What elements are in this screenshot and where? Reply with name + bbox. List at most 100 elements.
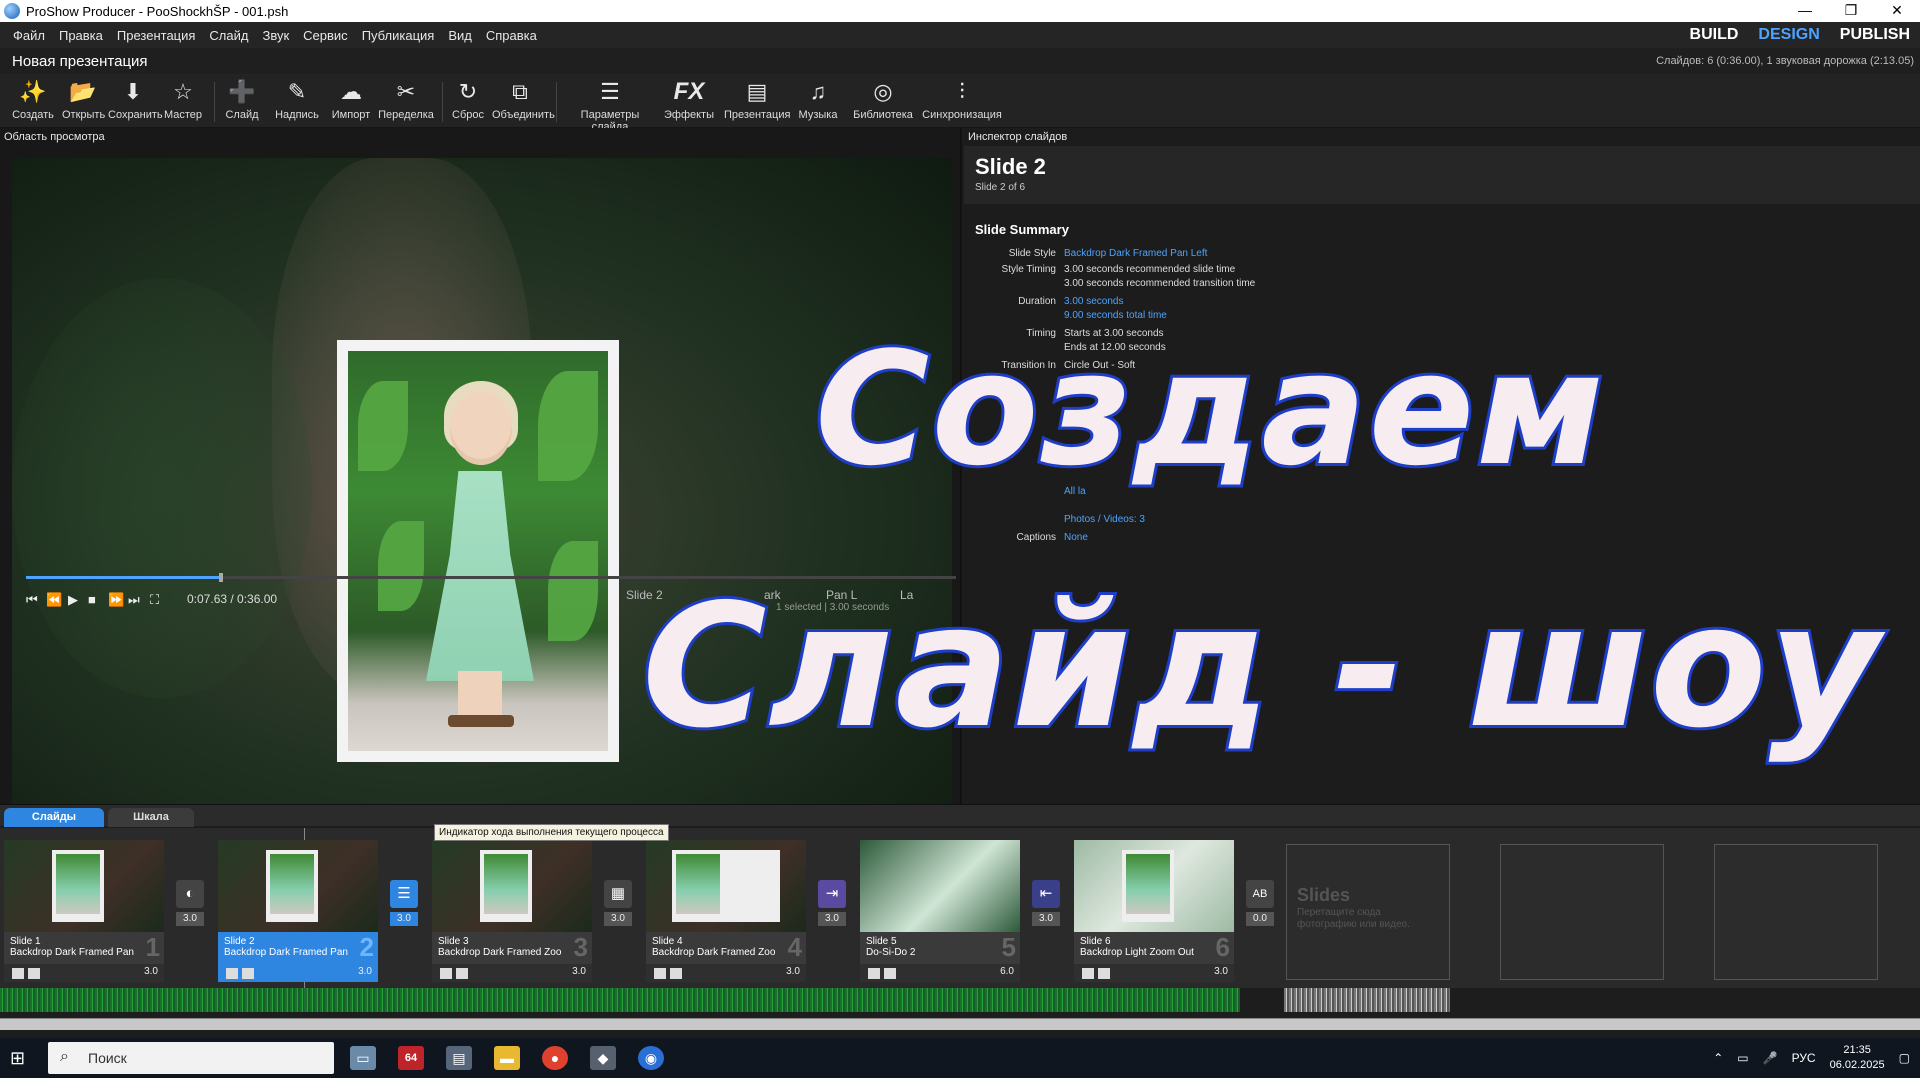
tab-slides[interactable]: Слайды bbox=[4, 808, 104, 827]
merge-button[interactable]: ⧉ Объединить bbox=[492, 78, 555, 121]
slide-item-6[interactable]: Slide 6 Backdrop Light Zoom Out 6 3.0 bbox=[1074, 840, 1234, 982]
mode-design[interactable]: DESIGN bbox=[1758, 26, 1819, 44]
seek-handle[interactable] bbox=[219, 573, 224, 582]
stop-icon[interactable]: ■ bbox=[88, 592, 96, 607]
slide-item-1[interactable]: Slide 1 Backdrop Dark Framed Pan... 1 3.… bbox=[4, 840, 164, 982]
audio-waveform[interactable] bbox=[0, 988, 1240, 1012]
tray-chevron-icon[interactable]: ⌃ bbox=[1713, 1051, 1723, 1065]
slide-item-3[interactable]: Slide 3 Backdrop Dark Framed Zoo... 3 3.… bbox=[432, 840, 592, 982]
transition-3[interactable]: ▦ 3.0 bbox=[604, 880, 632, 930]
layers-icon[interactable] bbox=[242, 968, 254, 979]
fullscreen-icon[interactable]: ⛶ bbox=[150, 592, 159, 608]
play-slide-icon[interactable] bbox=[226, 968, 238, 979]
reset-button[interactable]: ↻ Сброс bbox=[450, 78, 486, 121]
chrome-icon[interactable]: ● bbox=[542, 1046, 568, 1070]
empty-slide-slot[interactable]: Slides Перетащите сюда фотографию или ви… bbox=[1286, 844, 1450, 980]
music-button[interactable]: ♫ Музыка bbox=[796, 78, 840, 121]
network-icon[interactable]: ▭ bbox=[1737, 1051, 1748, 1065]
remix-button[interactable]: ✂ Переделка bbox=[378, 78, 434, 121]
play-slide-icon[interactable] bbox=[440, 968, 452, 979]
play-slide-icon[interactable] bbox=[654, 968, 666, 979]
skip-end-icon[interactable]: ⏭ bbox=[128, 592, 140, 608]
slide-item-4[interactable]: Slide 4 Backdrop Dark Framed Zoo... 4 3.… bbox=[646, 840, 806, 982]
menu-edit[interactable]: Правка bbox=[52, 28, 110, 43]
app-icon[interactable]: ◆ bbox=[590, 1046, 616, 1070]
mode-build[interactable]: BUILD bbox=[1690, 26, 1739, 44]
audio-waveform-inactive[interactable] bbox=[1284, 988, 1450, 1012]
taskbar-search[interactable]: ⌕ Поиск bbox=[48, 1042, 334, 1074]
library-button[interactable]: ◎ Библиотека bbox=[852, 78, 914, 121]
rewind-icon[interactable]: ⏪ bbox=[46, 592, 62, 608]
proshow-taskbar-icon[interactable]: ◉ bbox=[638, 1046, 664, 1070]
save-label: Сохранить bbox=[108, 109, 163, 121]
presentation-button[interactable]: ▤ Презентация bbox=[724, 78, 790, 121]
language-indicator[interactable]: РУС bbox=[1792, 1051, 1816, 1065]
effects-button[interactable]: FX Эффекты bbox=[664, 78, 714, 121]
minimize-button[interactable]: — bbox=[1782, 0, 1828, 22]
microphone-icon[interactable]: 🎤 bbox=[1763, 1051, 1778, 1065]
horizontal-scrollbar[interactable] bbox=[0, 1018, 1920, 1030]
menu-tools[interactable]: Сервис bbox=[296, 28, 355, 43]
empty-slide-slot[interactable] bbox=[1500, 844, 1664, 980]
layers-icon[interactable] bbox=[670, 968, 682, 979]
skip-start-icon[interactable]: ⏮ bbox=[26, 592, 38, 608]
transition-6[interactable]: AB 0.0 bbox=[1246, 880, 1274, 930]
duration-link[interactable]: 3.00 seconds bbox=[1064, 296, 1124, 307]
play-slide-icon[interactable] bbox=[868, 968, 880, 979]
open-button[interactable]: 📂 Открыть bbox=[62, 78, 105, 121]
layers-icon[interactable] bbox=[456, 968, 468, 979]
save-button[interactable]: ⬇ Сохранить bbox=[108, 78, 163, 121]
slide-duration[interactable]: 3.0 bbox=[572, 966, 586, 977]
play-slide-icon[interactable] bbox=[12, 968, 24, 979]
menu-file[interactable]: Файл bbox=[0, 28, 52, 43]
add-slide-button[interactable]: ➕ Слайд bbox=[222, 78, 262, 121]
slide-item-2[interactable]: Slide 2 Backdrop Dark Framed Pan... 2 3.… bbox=[218, 840, 378, 982]
close-button[interactable]: ✕ bbox=[1874, 0, 1920, 22]
wizard-button[interactable]: ☆ Мастер bbox=[162, 78, 204, 121]
slide-duration[interactable]: 3.0 bbox=[144, 966, 158, 977]
transition-1[interactable]: ◐ 3.0 bbox=[176, 880, 204, 930]
empty-slide-slot[interactable] bbox=[1714, 844, 1878, 980]
mode-publish[interactable]: PUBLISH bbox=[1840, 26, 1910, 44]
app-icon[interactable]: ▤ bbox=[446, 1046, 472, 1070]
file-explorer-icon[interactable]: ▬ bbox=[494, 1046, 520, 1070]
layers-icon[interactable] bbox=[884, 968, 896, 979]
transition-4[interactable]: ⇥ 3.0 bbox=[818, 880, 846, 930]
leaf-shape bbox=[378, 521, 424, 611]
fast-forward-icon[interactable]: ⏩ bbox=[108, 592, 124, 608]
transition-2[interactable]: ☰ 3.0 bbox=[390, 880, 418, 930]
slide-style-link[interactable]: Backdrop Dark Framed Pan Left bbox=[1064, 248, 1207, 259]
menu-show[interactable]: Презентация bbox=[110, 28, 203, 43]
menu-slide[interactable]: Слайд bbox=[202, 28, 255, 43]
menu-view[interactable]: Вид bbox=[441, 28, 479, 43]
menu-help[interactable]: Справка bbox=[479, 28, 544, 43]
import-button[interactable]: ☁ Импорт bbox=[330, 78, 372, 121]
slide-duration[interactable]: 6.0 bbox=[1000, 966, 1014, 977]
tab-timeline[interactable]: Шкала bbox=[108, 808, 194, 827]
slide-duration[interactable]: 3.0 bbox=[1214, 966, 1228, 977]
transition-5[interactable]: ⇤ 3.0 bbox=[1032, 880, 1060, 930]
slide-options-button[interactable]: ☰ Параметры слайда bbox=[562, 78, 658, 133]
menu-audio[interactable]: Звук bbox=[255, 28, 296, 43]
notifications-icon[interactable]: ▢ bbox=[1899, 1051, 1910, 1065]
layers-icon[interactable] bbox=[28, 968, 40, 979]
menu-publish[interactable]: Публикация bbox=[355, 28, 442, 43]
play-slide-icon[interactable] bbox=[1082, 968, 1094, 979]
maximize-button[interactable]: ❐ bbox=[1828, 0, 1874, 22]
clock[interactable]: 21:35 06.02.2025 bbox=[1830, 1043, 1885, 1073]
windows-start-icon[interactable]: ⊞ bbox=[10, 1048, 25, 1069]
photos-videos-link[interactable]: Photos / Videos: 3 bbox=[1064, 514, 1145, 525]
create-button[interactable]: ✨ Создать bbox=[12, 78, 54, 121]
slide-item-5[interactable]: Slide 5 Do-Si-Do 2 5 6.0 bbox=[860, 840, 1020, 982]
slide-duration[interactable]: 3.0 bbox=[786, 966, 800, 977]
play-icon[interactable]: ▶ bbox=[68, 592, 78, 608]
slide-options-icon: ☰ bbox=[600, 79, 620, 104]
slide-duration[interactable]: 3.0 bbox=[358, 966, 372, 977]
caption-button[interactable]: ✎ Надпись bbox=[274, 78, 320, 121]
layers-icon[interactable] bbox=[1098, 968, 1110, 979]
captions-link[interactable]: None bbox=[1064, 532, 1088, 543]
sync-button[interactable]: ⫶ Синхронизация bbox=[922, 78, 1002, 121]
task-view-icon[interactable]: ▭ bbox=[350, 1046, 376, 1070]
app-64-icon[interactable]: 64 bbox=[398, 1046, 424, 1070]
window-controls: — ❐ ✕ bbox=[1782, 0, 1920, 22]
